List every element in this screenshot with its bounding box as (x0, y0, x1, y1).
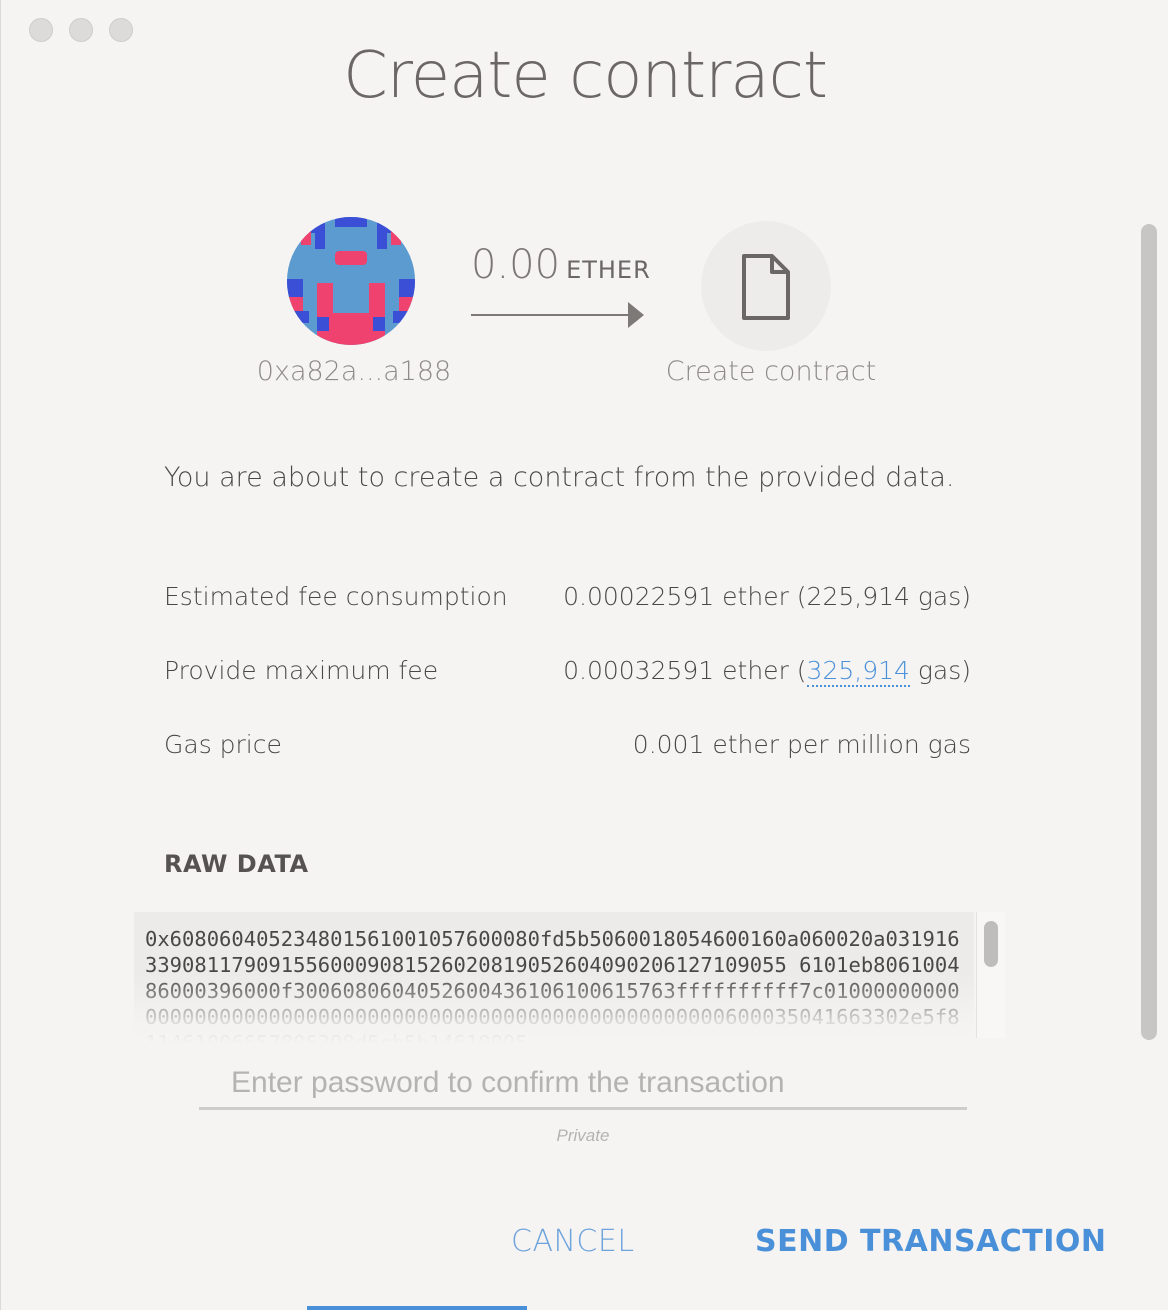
bottom-accent-bar (307, 1306, 527, 1310)
raw-data-fade (134, 974, 974, 1044)
main-scroll-thumb[interactable] (1141, 224, 1157, 1040)
contract-target (701, 221, 831, 351)
account-identicon-icon (287, 217, 415, 345)
max-fee-value: 0.00032591 ether (325,914 gas) (563, 656, 971, 687)
page-title: Create contract (343, 39, 828, 113)
gas-price-label: Gas price (164, 730, 282, 759)
cancel-button[interactable]: CANCEL (511, 1224, 635, 1259)
send-transaction-button[interactable]: SEND TRANSACTION (755, 1224, 1107, 1259)
transfer-amount: 0.00 ETHER (471, 242, 651, 288)
to-label: Create contract (665, 356, 877, 387)
from-address: 0xa82a...a188 (256, 356, 452, 387)
arrow-head-icon (628, 302, 644, 328)
max-fee-suffix: gas) (909, 656, 971, 685)
password-note: Private (556, 1126, 610, 1145)
document-icon (742, 254, 790, 320)
amount-unit: ETHER (566, 256, 651, 284)
raw-data-label: RAW DATA (164, 850, 309, 878)
info-message: You are about to create a contract from … (164, 462, 955, 493)
estimated-fee-label: Estimated fee consumption (164, 582, 508, 611)
raw-data-scroll-thumb[interactable] (984, 921, 998, 967)
password-input[interactable] (199, 1058, 967, 1110)
estimated-fee-value: 0.00022591 ether (225,914 gas) (563, 582, 971, 611)
arrow-right-icon (471, 314, 631, 316)
max-gas-link[interactable]: 325,914 (806, 656, 910, 687)
max-fee-prefix: 0.00032591 ether ( (563, 656, 807, 685)
dialog-window: Create contract 0xa82a...a188 0.00 ETHER… (0, 0, 1168, 1310)
gas-price-value: 0.001 ether per million gas (632, 730, 971, 759)
max-fee-label: Provide maximum fee (164, 656, 439, 685)
raw-data-box[interactable]: 0x608060405234801561001057600080fd5b5060… (134, 912, 974, 1044)
amount-value: 0.00 (471, 242, 561, 288)
